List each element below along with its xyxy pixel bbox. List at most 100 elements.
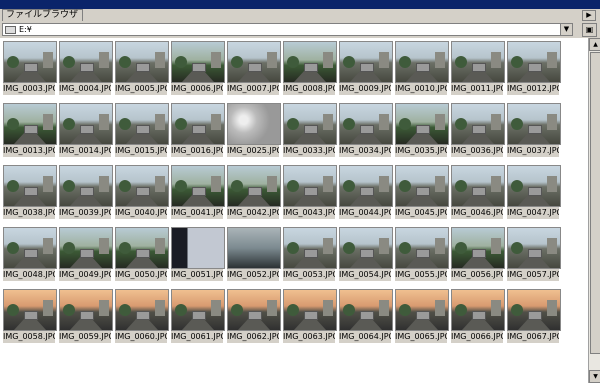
thumbnail-image[interactable] — [395, 103, 449, 145]
thumbnail-item[interactable]: IMG_0011.JPG — [449, 39, 505, 101]
thumbnail-item[interactable]: IMG_0051.JPG — [169, 225, 225, 287]
thumbnail-item[interactable]: IMG_0034.JPG — [337, 101, 393, 163]
thumbnail-item[interactable]: IMG_0045.JPG — [393, 163, 449, 225]
thumbnail-item[interactable]: IMG_0066.JPG — [449, 287, 505, 349]
thumbnail-image[interactable] — [115, 289, 169, 331]
scroll-down-icon[interactable]: ▼ — [589, 370, 600, 383]
thumbnail-image[interactable] — [339, 41, 393, 83]
thumbnail-image[interactable] — [171, 227, 225, 269]
thumbnail-item[interactable]: IMG_0064.JPG — [337, 287, 393, 349]
thumbnail-item[interactable]: IMG_0025.JPG — [225, 101, 281, 163]
thumbnail-item[interactable]: IMG_0062.JPG — [225, 287, 281, 349]
thumbnail-item[interactable]: IMG_0014.JPG — [57, 101, 113, 163]
thumbnail-image[interactable] — [227, 103, 281, 145]
thumbnail-item[interactable]: IMG_0006.JPG — [169, 39, 225, 101]
thumbnail-item[interactable]: IMG_0055.JPG — [393, 225, 449, 287]
thumbnail-image[interactable] — [171, 165, 225, 207]
thumbnail-item[interactable]: IMG_0065.JPG — [393, 287, 449, 349]
thumbnail-item[interactable]: IMG_0012.JPG — [505, 39, 561, 101]
thumbnail-item[interactable]: IMG_0049.JPG — [57, 225, 113, 287]
thumbnail-item[interactable]: IMG_0037.JPG — [505, 101, 561, 163]
thumbnail-item[interactable]: IMG_0058.JPG — [1, 287, 57, 349]
thumbnail-image[interactable] — [59, 103, 113, 145]
thumbnail-item[interactable]: IMG_0009.JPG — [337, 39, 393, 101]
folder-up-icon[interactable]: ▣ — [582, 23, 597, 37]
thumbnail-image[interactable] — [339, 289, 393, 331]
thumbnail-image[interactable] — [339, 103, 393, 145]
path-dropdown[interactable]: E:¥ ▼ — [2, 23, 573, 36]
thumbnail-image[interactable] — [227, 165, 281, 207]
scroll-thumb[interactable] — [590, 52, 600, 354]
thumbnail-item[interactable]: IMG_0043.JPG — [281, 163, 337, 225]
thumbnail-item[interactable]: IMG_0060.JPG — [113, 287, 169, 349]
thumbnail-image[interactable] — [395, 165, 449, 207]
thumbnail-image[interactable] — [59, 289, 113, 331]
thumbnail-item[interactable]: IMG_0042.JPG — [225, 163, 281, 225]
triangle-menu-icon[interactable]: ▶ — [582, 10, 596, 21]
thumbnail-item[interactable]: IMG_0057.JPG — [505, 225, 561, 287]
thumbnail-image[interactable] — [451, 41, 505, 83]
thumbnail-item[interactable]: IMG_0047.JPG — [505, 163, 561, 225]
thumbnail-image[interactable] — [3, 103, 57, 145]
thumbnail-image[interactable] — [115, 165, 169, 207]
thumbnail-item[interactable]: IMG_0003.JPG — [1, 39, 57, 101]
thumbnail-item[interactable]: IMG_0053.JPG — [281, 225, 337, 287]
thumbnail-image[interactable] — [171, 103, 225, 145]
thumbnail-image[interactable] — [227, 227, 281, 269]
thumbnail-image[interactable] — [395, 227, 449, 269]
vertical-scrollbar[interactable]: ▲ ▼ — [588, 38, 600, 383]
thumbnail-item[interactable]: IMG_0041.JPG — [169, 163, 225, 225]
thumbnail-image[interactable] — [3, 227, 57, 269]
thumbnail-image[interactable] — [507, 165, 561, 207]
thumbnail-item[interactable]: IMG_0015.JPG — [113, 101, 169, 163]
thumbnail-item[interactable]: IMG_0033.JPG — [281, 101, 337, 163]
thumbnail-image[interactable] — [115, 103, 169, 145]
thumbnail-item[interactable]: IMG_0038.JPG — [1, 163, 57, 225]
thumbnail-image[interactable] — [451, 289, 505, 331]
thumbnail-item[interactable]: IMG_0046.JPG — [449, 163, 505, 225]
thumbnail-item[interactable]: IMG_0059.JPG — [57, 287, 113, 349]
thumbnail-image[interactable] — [59, 227, 113, 269]
thumbnail-image[interactable] — [283, 103, 337, 145]
thumbnail-image[interactable] — [507, 289, 561, 331]
thumbnail-image[interactable] — [227, 289, 281, 331]
thumbnail-image[interactable] — [395, 289, 449, 331]
thumbnail-image[interactable] — [507, 41, 561, 83]
thumbnail-image[interactable] — [283, 289, 337, 331]
thumbnail-item[interactable]: IMG_0063.JPG — [281, 287, 337, 349]
thumbnail-image[interactable] — [395, 41, 449, 83]
thumbnail-image[interactable] — [507, 227, 561, 269]
thumbnail-item[interactable]: IMG_0005.JPG — [113, 39, 169, 101]
thumbnail-item[interactable]: IMG_0048.JPG — [1, 225, 57, 287]
thumbnail-image[interactable] — [451, 165, 505, 207]
thumbnail-item[interactable]: IMG_0007.JPG — [225, 39, 281, 101]
thumbnail-image[interactable] — [339, 165, 393, 207]
thumbnail-item[interactable]: IMG_0067.JPG — [505, 287, 561, 349]
thumbnail-item[interactable]: IMG_0039.JPG — [57, 163, 113, 225]
thumbnail-image[interactable] — [507, 103, 561, 145]
thumbnail-image[interactable] — [3, 165, 57, 207]
thumbnail-item[interactable]: IMG_0013.JPG — [1, 101, 57, 163]
thumbnail-item[interactable]: IMG_0040.JPG — [113, 163, 169, 225]
thumbnail-item[interactable]: IMG_0004.JPG — [57, 39, 113, 101]
thumbnail-image[interactable] — [3, 41, 57, 83]
scroll-up-icon[interactable]: ▲ — [589, 38, 600, 51]
thumbnail-image[interactable] — [171, 41, 225, 83]
thumbnail-image[interactable] — [171, 289, 225, 331]
thumbnail-item[interactable]: IMG_0050.JPG — [113, 225, 169, 287]
thumbnail-image[interactable] — [59, 165, 113, 207]
thumbnail-item[interactable]: IMG_0008.JPG — [281, 39, 337, 101]
thumbnail-image[interactable] — [115, 227, 169, 269]
thumbnail-item[interactable]: IMG_0044.JPG — [337, 163, 393, 225]
thumbnail-item[interactable]: IMG_0016.JPG — [169, 101, 225, 163]
thumbnail-item[interactable]: IMG_0056.JPG — [449, 225, 505, 287]
thumbnail-image[interactable] — [283, 41, 337, 83]
thumbnail-item[interactable]: IMG_0035.JPG — [393, 101, 449, 163]
thumbnail-image[interactable] — [451, 103, 505, 145]
thumbnail-image[interactable] — [115, 41, 169, 83]
thumbnail-image[interactable] — [339, 227, 393, 269]
thumbnail-item[interactable]: IMG_0061.JPG — [169, 287, 225, 349]
dropdown-arrow-icon[interactable]: ▼ — [560, 24, 572, 35]
thumbnail-image[interactable] — [283, 165, 337, 207]
thumbnail-item[interactable]: IMG_0052.JPG — [225, 225, 281, 287]
